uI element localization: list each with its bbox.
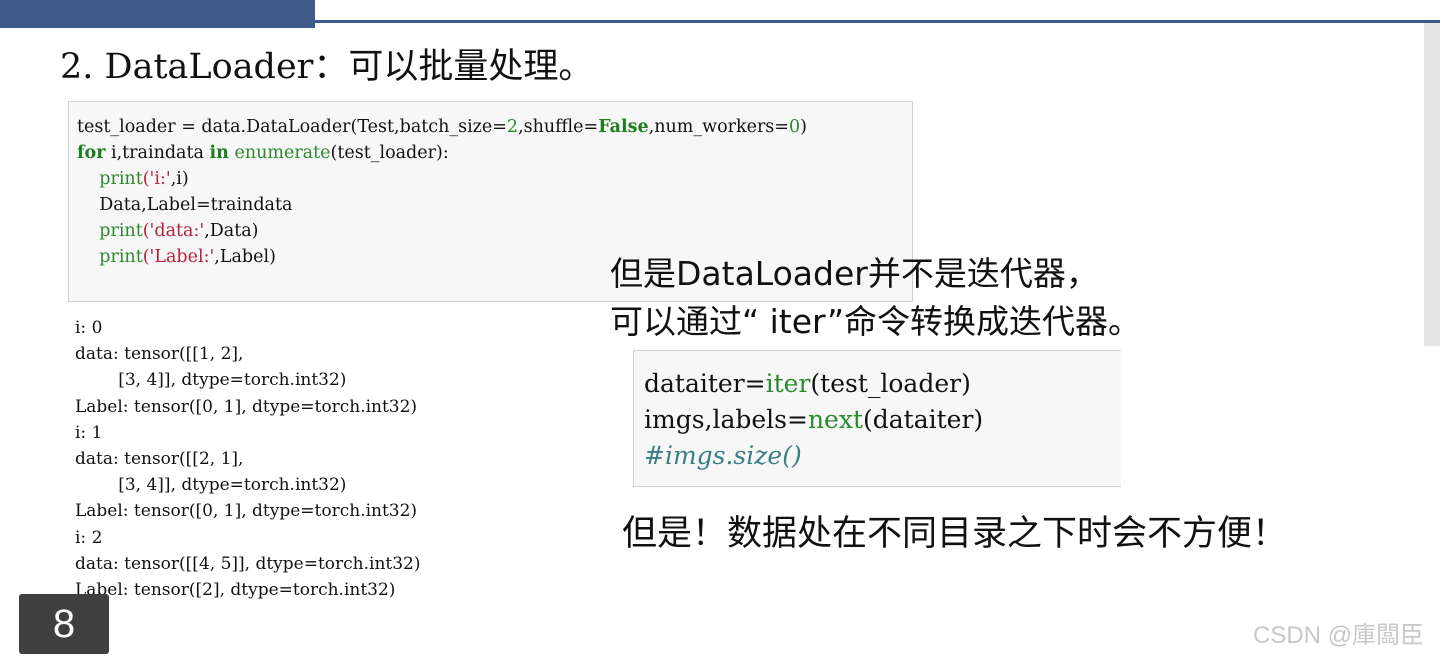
code-line-5: print('data:',Data) (99, 221, 259, 241)
right-scrollbar[interactable] (1424, 23, 1440, 346)
output-line: [3, 4]], dtype=torch.int32) (75, 370, 347, 391)
output-line: Label: tensor([0, 1], dtype=torch.int32) (75, 501, 418, 522)
output-line: data: tensor([[1, 2], (75, 344, 244, 365)
iter-line-3: #imgs.size() (644, 441, 802, 470)
output-line: data: tensor([[4, 5]], dtype=torch.int32… (75, 553, 421, 574)
output-line: i: 1 (75, 422, 103, 443)
output-line: i: 2 (75, 527, 103, 548)
iter-line-2: imgs,labels=next(dataiter) (644, 405, 984, 434)
page-number-badge: 8 (19, 594, 109, 654)
code-line-1: test_loader = data.DataLoader(Test,batch… (77, 117, 807, 137)
code-cell-iter[interactable]: dataiter=iter(test_loader) imgs,labels=n… (633, 350, 1121, 487)
output-line: i: 0 (75, 318, 103, 338)
warning-text: 但是！数据处在不同目录之下时会不方便！ (622, 514, 1288, 554)
watermark: CSDN @庫闆臣 (1253, 622, 1425, 649)
cell-output: i: 0 data: tensor([[1, 2], [3, 4]], dtyp… (75, 315, 421, 603)
note-not-iterator: 但是DataLoader并不是迭代器， (610, 254, 1099, 293)
header-rule (315, 20, 1440, 23)
output-line: Label: tensor([2], dtype=torch.int32) (75, 580, 396, 601)
code-line-4: Data,Label=traindata (77, 195, 293, 215)
iter-line-1: dataiter=iter(test_loader) (644, 369, 971, 398)
output-line: data: tensor([[2, 1], (75, 449, 244, 470)
header-bar (0, 0, 315, 28)
code-line-6: print('Label:',Label) (99, 247, 276, 267)
slide-title: 2. DataLoader：可以批量处理。 (60, 47, 594, 87)
code-line-2: for i,traindata in enumerate(test_loader… (77, 143, 449, 163)
code-line-3: print('i:',i) (99, 169, 189, 189)
output-line: [3, 4]], dtype=torch.int32) (75, 475, 347, 496)
note-iter-convert: 可以通过“ iter”命令转换成迭代器。 (610, 302, 1142, 341)
output-line: Label: tensor([0, 1], dtype=torch.int32) (75, 396, 418, 417)
code-text: test_loader = data.DataLoader(Test,batch… (77, 114, 807, 270)
iter-code-text: dataiter=iter(test_loader) imgs,labels=n… (644, 366, 983, 474)
